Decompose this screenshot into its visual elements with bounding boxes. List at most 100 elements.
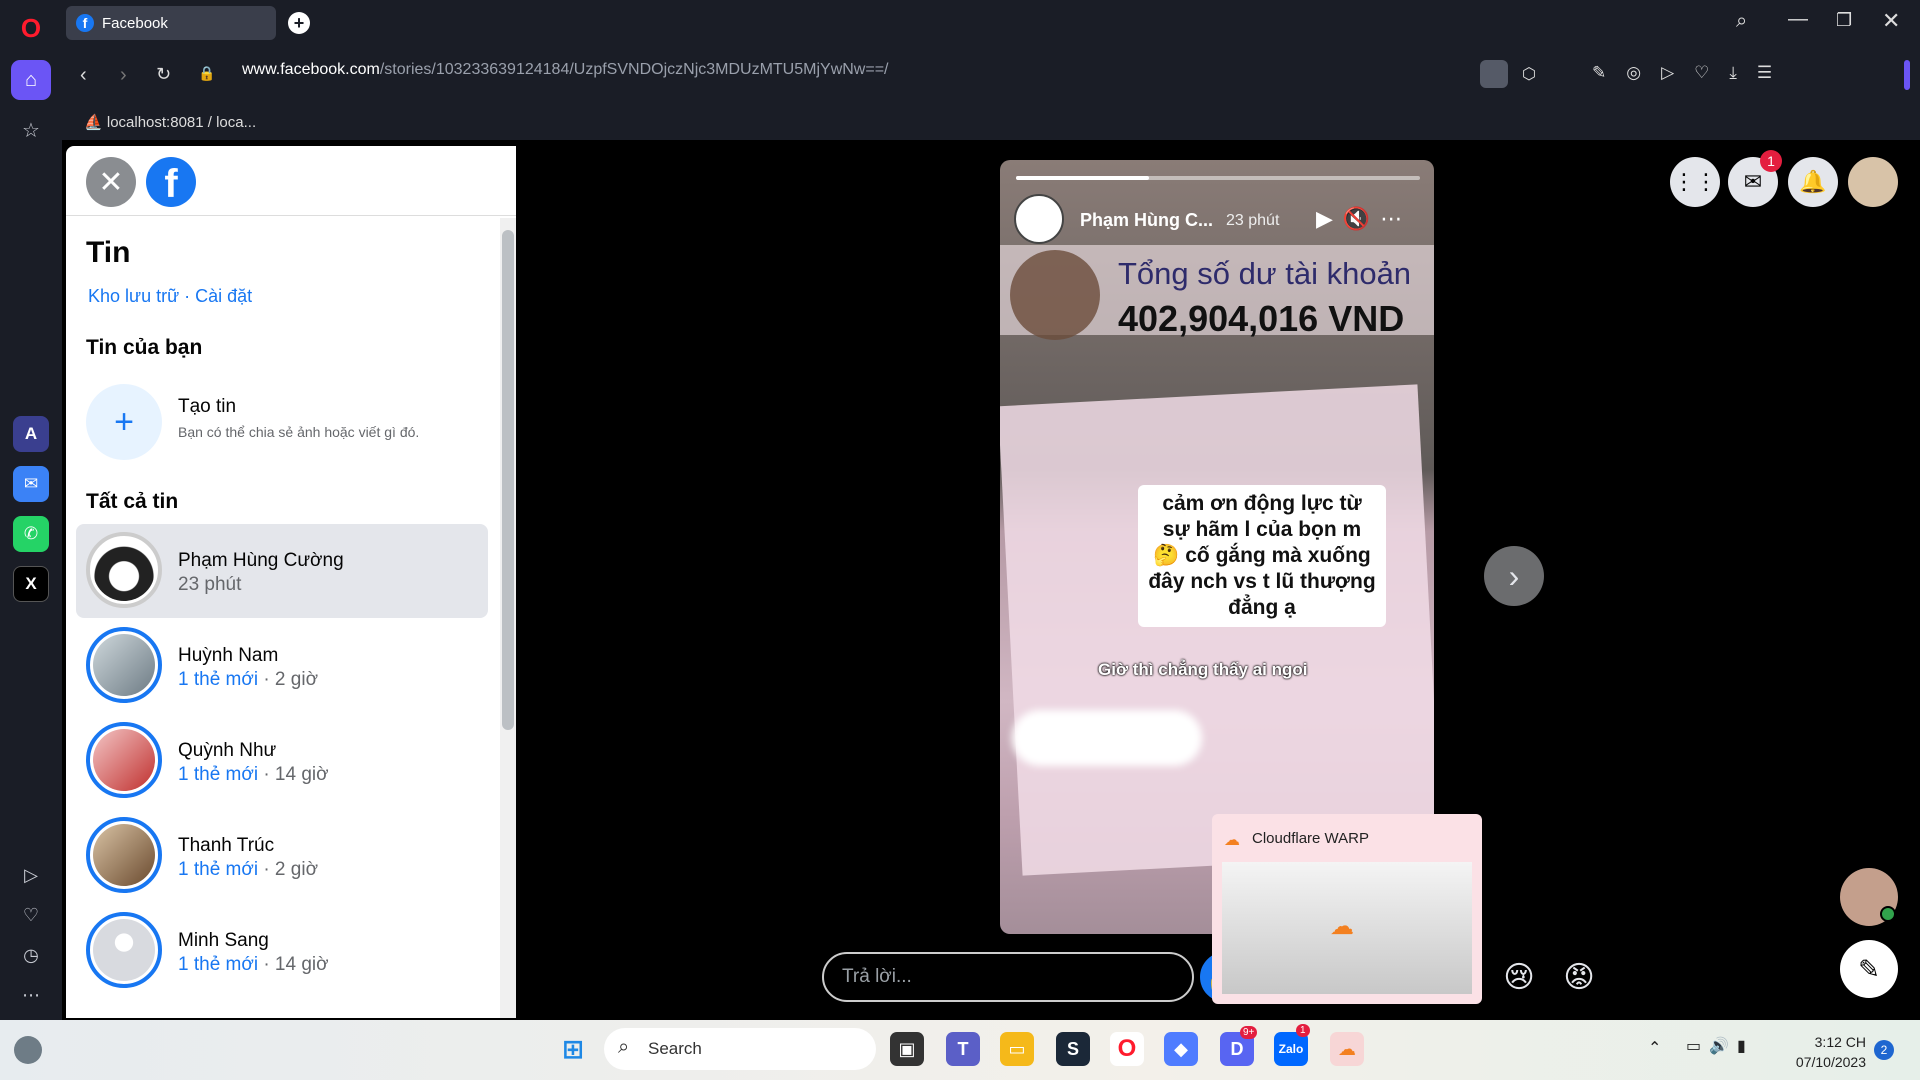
compose-icon[interactable]: ✎ [1840,940,1898,998]
player-icon[interactable]: ▷ [11,855,51,895]
link-separator: · [179,286,196,306]
story-new-count: 1 thẻ mới [178,954,259,975]
story-time: 23 phút [1226,212,1280,229]
opera-logo-icon[interactable]: O [11,8,51,48]
taskbar-search[interactable]: ⌕ Search [604,1028,876,1070]
url-field[interactable]: www.facebook.com/stories/103233639124184… [242,61,888,79]
menu-grid-icon[interactable]: ⋮⋮ [1670,157,1720,207]
cloudflare-warp-popup[interactable]: ☁ Cloudflare WARP ☁ [1212,814,1482,1004]
story-meta: 1 thẻ mới · 14 giờ [178,954,329,976]
profile-avatar[interactable] [1848,157,1898,207]
chevron-up-icon[interactable]: ⌃ [1648,1038,1661,1058]
story-caption: Giờ thì chẳng thấy ai ngoi [1098,660,1308,679]
facebook-logo-icon[interactable]: f [146,157,196,207]
bank-avatar [1010,250,1100,340]
story-new-count: 1 thẻ mới [178,764,259,785]
close-icon[interactable]: ✕ [86,157,136,207]
close-window-icon[interactable]: ✕ [1882,8,1900,34]
back-icon[interactable]: ‹ [80,64,87,87]
teams-icon[interactable]: T [946,1032,980,1066]
clock-date: 07/10/2023 [1795,1054,1866,1070]
forward-icon[interactable]: › [120,64,127,87]
restore-icon[interactable]: ❐ [1836,10,1852,31]
search-label: Search [648,1039,702,1058]
messenger-badge: 1 [1760,150,1782,172]
online-indicator [1880,906,1896,922]
clock[interactable]: 3:12 CH 07/10/2023 [1786,1032,1866,1072]
whatsapp-icon[interactable]: ✆ [13,516,49,552]
story-name: Thanh Trúc [178,835,275,856]
avatar [86,817,162,893]
avatar [86,627,162,703]
facebook-favicon-icon: f [76,14,94,32]
home-icon[interactable]: ⌂ [11,60,51,100]
story-time: · 2 giờ [258,859,319,880]
steam-icon[interactable]: S [1056,1032,1090,1066]
scrollbar[interactable] [500,218,516,1018]
tab-facebook[interactable]: f Facebook [66,6,276,40]
story-progress [1016,176,1420,180]
opera-taskbar-icon[interactable]: O [1110,1032,1144,1066]
bookmarks-bar: ⛵ localhost:8081 / loca... [62,102,1920,140]
new-tab-icon[interactable]: + [288,12,310,34]
story-meta: 1 thẻ mới · 2 giờ [178,669,318,691]
sad-reaction-icon[interactable]: 😢 [1494,952,1544,1002]
lock-icon: 🔒 [198,65,216,81]
bank-label: Tổng số dư tài khoản [1118,256,1412,291]
system-tray-icons[interactable]: ▭🔊▮ [1686,1036,1754,1056]
story-name: Phạm Hùng Cường [178,550,344,571]
cloudflare-taskbar-icon[interactable]: ☁ [1330,1032,1364,1066]
address-bar: ‹ › ↻ 🔒 www.facebook.com/stories/1032336… [62,50,1920,102]
minimize-icon[interactable]: — [1788,8,1808,31]
story-row[interactable]: Minh Sang 1 thẻ mới · 14 giờ [76,904,488,998]
bank-balance: 402,904,016 VND [1118,298,1405,339]
x-icon[interactable]: X [13,566,49,602]
history-icon[interactable]: ◷ [11,935,51,975]
address-actions[interactable]: ✎◎▷♡⤓☰ [1592,63,1792,83]
reply-input[interactable]: Trả lời... [822,952,1194,1002]
author-name[interactable]: Phạm Hùng C... [1080,210,1213,231]
story-new-count: 1 thẻ mới [178,669,259,690]
archive-link[interactable]: Kho lưu trữ [88,286,179,306]
file-explorer-icon[interactable]: ▭ [1000,1032,1034,1066]
plus-icon[interactable]: + [86,384,162,460]
story-time: 23 phút [178,574,242,595]
story-name: Huỳnh Nam [178,645,279,666]
task-view-icon[interactable]: ▣ [890,1032,924,1066]
copilot-icon[interactable]: ◆ [1164,1032,1198,1066]
next-story-button[interactable]: › [1484,546,1544,606]
aria-icon[interactable]: A [13,416,49,452]
bookmark-label: localhost:8081 / loca... [106,114,257,131]
star-icon[interactable]: ☆ [11,110,51,150]
heart-icon[interactable]: ♡ [11,895,51,935]
story-row[interactable]: Quỳnh Như 1 thẻ mới · 14 giờ [76,714,488,808]
story-row[interactable]: Phạm Hùng Cường 23 phút [76,524,488,618]
page-title: Tin [86,236,131,269]
search-tabs-icon[interactable]: ⌕ [1736,10,1747,33]
stories-sidebar: ✕ f Tin Kho lưu trữ · Cài đặt Tin của bạ… [66,146,516,1018]
weather-icon[interactable] [14,1036,42,1064]
settings-link[interactable]: Cài đặt [195,286,252,306]
notification-badge[interactable]: 2 [1874,1040,1894,1060]
story-new-count: 1 thẻ mới [178,859,259,880]
story-controls[interactable]: ▶🔇⋯ [1316,206,1412,232]
story-meta: 1 thẻ mới · 2 giờ [178,859,318,881]
windows-start-icon[interactable]: ⊞ [556,1032,590,1066]
extensions-icon[interactable]: ⬡ [1522,64,1536,84]
sidebar-links: Kho lưu trữ · Cài đặt [88,286,252,307]
more-icon[interactable]: ⋯ [11,975,51,1015]
reload-icon[interactable]: ↻ [156,64,171,85]
story-row[interactable]: Thanh Trúc 1 thẻ mới · 2 giờ [76,809,488,903]
bookmark-item[interactable]: ⛵ localhost:8081 / loca... [84,113,256,131]
zalo-icon[interactable]: Zalo [1274,1032,1308,1066]
phpmyadmin-icon: ⛵ [84,114,103,131]
bell-icon[interactable]: 🔔 [1788,157,1838,207]
create-title: Tạo tin [178,396,237,417]
messenger-icon[interactable]: ✉ [13,466,49,502]
angry-reaction-icon[interactable]: 😡 [1554,952,1604,1002]
profile-icon[interactable] [1480,60,1508,88]
author-avatar[interactable] [1014,194,1064,244]
scrollbar-thumb[interactable] [502,230,514,730]
search-icon: ⌕ [618,1036,630,1058]
story-row[interactable]: Huỳnh Nam 1 thẻ mới · 2 giờ [76,619,488,713]
